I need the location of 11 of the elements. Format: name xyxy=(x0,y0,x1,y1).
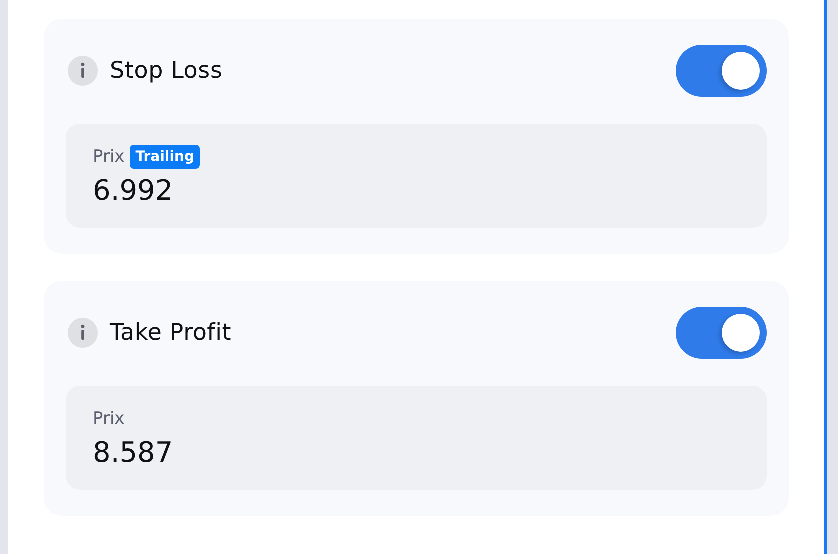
section-title: Take Profit xyxy=(110,320,233,346)
field-label: Prix xyxy=(93,147,125,167)
toggle-switch[interactable] xyxy=(676,45,767,97)
toggle-switch[interactable] xyxy=(676,307,767,359)
field-label: Prix xyxy=(93,409,125,429)
trailing-badge: Trailing xyxy=(130,145,200,169)
price-field[interactable]: Prix 8.587 xyxy=(66,386,767,490)
price-field[interactable]: Prix Trailing 6.992 xyxy=(66,124,767,228)
info-icon[interactable] xyxy=(68,56,98,86)
section-title: Stop Loss xyxy=(110,58,224,84)
info-icon[interactable] xyxy=(68,318,98,348)
